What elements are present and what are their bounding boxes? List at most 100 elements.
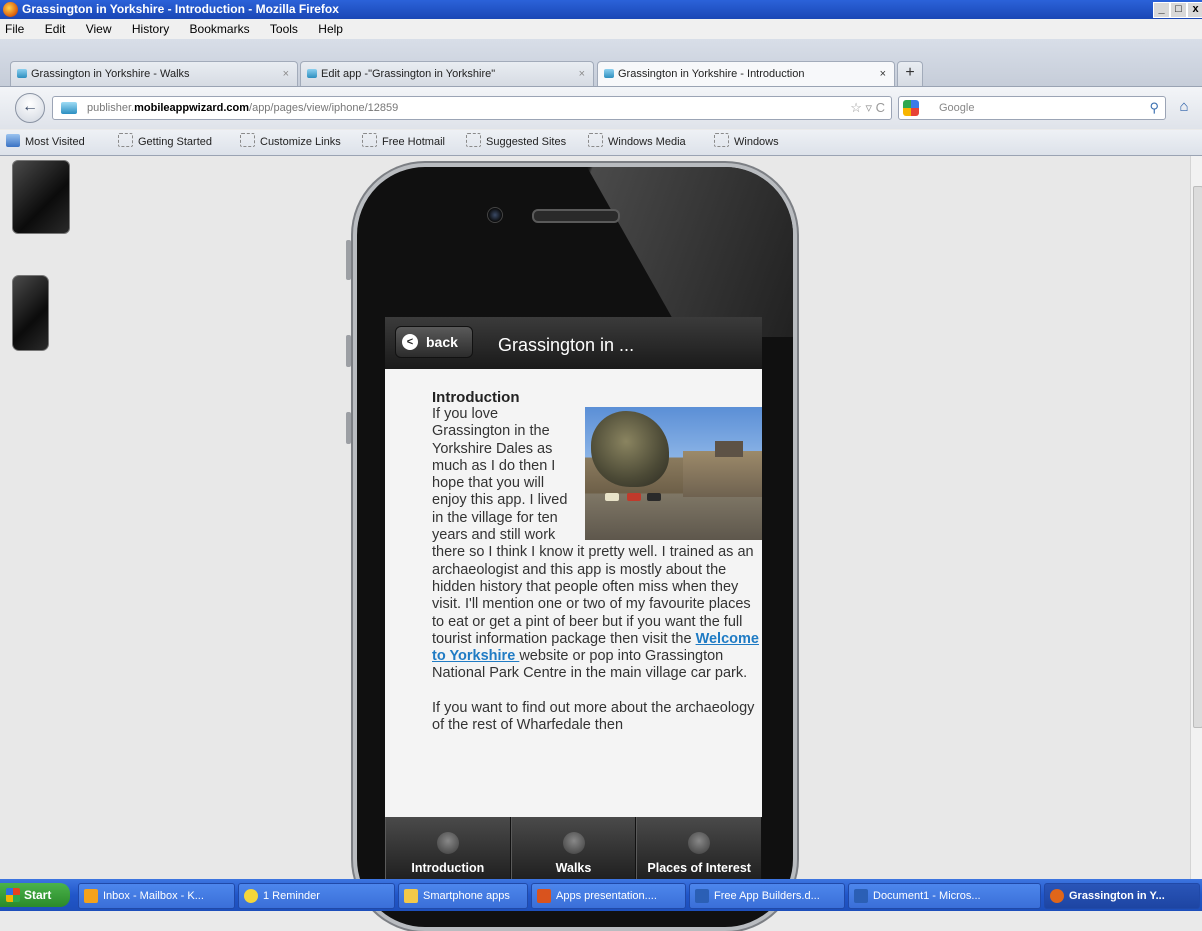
tab-label: Edit app -"Grassington in Yorkshire"	[321, 68, 496, 80]
url-text: publisher.mobileappwizard.com/app/pages/…	[87, 102, 399, 114]
google-icon[interactable]	[903, 100, 919, 116]
close-button[interactable]: x	[1187, 2, 1202, 18]
window-title: Grassington in Yorkshire - Introduction …	[22, 2, 339, 16]
windows-logo-icon	[6, 888, 20, 902]
word-icon	[695, 889, 709, 903]
menu-edit[interactable]: Edit	[45, 22, 66, 36]
taskbar-item-apps-presentation[interactable]: Apps presentation....	[531, 883, 686, 909]
start-label: Start	[24, 888, 52, 902]
phone-side-button	[346, 240, 351, 280]
new-tab-button[interactable]: +	[897, 61, 923, 86]
menu-file[interactable]: File	[5, 22, 24, 36]
search-input[interactable]: Google ⚲	[898, 96, 1166, 120]
bookmark-free-hotmail[interactable]: Free Hotmail	[362, 130, 445, 155]
phone-side-button	[346, 412, 351, 444]
site-favicon-icon	[604, 69, 614, 78]
ipad-device-thumbnail[interactable]	[12, 160, 70, 234]
taskbar-item-smartphone-apps[interactable]: Smartphone apps	[398, 883, 528, 909]
taskbar-item-inbox[interactable]: Inbox - Mailbox - K...	[78, 883, 235, 909]
firefox-icon	[3, 2, 18, 17]
back-arrow-icon[interactable]: ←	[15, 93, 45, 123]
start-button[interactable]: Start	[0, 883, 70, 907]
page-scrollbar[interactable]	[1190, 156, 1202, 879]
bookmark-icon	[240, 133, 255, 147]
menu-tools[interactable]: Tools	[270, 22, 298, 36]
tab-dot-icon	[436, 832, 459, 854]
bookmarks-toolbar: Most Visited Getting Started Customize L…	[0, 130, 1202, 156]
photo-buildings	[715, 441, 743, 457]
back-label: back	[426, 334, 458, 350]
taskbar-item-reminder[interactable]: 1 Reminder	[238, 883, 395, 909]
app-tab-walks[interactable]: Walks	[510, 817, 637, 879]
tab-dot-icon	[688, 832, 711, 854]
outlook-icon	[84, 889, 98, 903]
menu-bar: File Edit View History Bookmarks Tools H…	[0, 19, 1202, 39]
tab-dot-icon	[562, 832, 585, 854]
tab-label: Walks	[555, 861, 592, 875]
maximize-button[interactable]: □	[1170, 2, 1187, 18]
menu-bookmarks[interactable]: Bookmarks	[190, 22, 250, 36]
front-camera-icon	[487, 207, 503, 223]
app-back-button[interactable]: < back	[395, 326, 473, 358]
bookmark-icon	[362, 133, 377, 147]
chevron-left-icon: <	[402, 334, 418, 350]
url-bar[interactable]: publisher.mobileappwizard.com/app/pages/…	[52, 96, 892, 120]
powerpoint-icon	[537, 889, 551, 903]
bookmark-windows-media[interactable]: Windows Media	[588, 130, 686, 155]
bookmark-getting-started[interactable]: Getting Started	[118, 130, 212, 155]
tab-label: Introduction	[411, 861, 485, 875]
menu-history[interactable]: History	[132, 22, 169, 36]
tab-close-icon[interactable]: ×	[579, 62, 585, 86]
tab-label: Places of Interest	[647, 861, 751, 875]
word-icon	[854, 889, 868, 903]
photo-car	[647, 493, 661, 501]
taskbar-item-firefox[interactable]: Grassington in Y...	[1044, 883, 1200, 909]
search-icon[interactable]: ⚲	[1149, 97, 1159, 119]
reminder-bell-icon	[244, 889, 258, 903]
app-tab-places-of-interest[interactable]: Places of Interest	[636, 817, 762, 879]
tab-strip: Grassington in Yorkshire - Walks × Edit …	[0, 39, 1202, 87]
tab-edit-app[interactable]: Edit app -"Grassington in Yorkshire" ×	[300, 61, 594, 86]
menu-help[interactable]: Help	[318, 22, 343, 36]
minimize-button[interactable]: _	[1153, 2, 1170, 18]
photo-tree	[591, 411, 669, 487]
tab-walks[interactable]: Grassington in Yorkshire - Walks ×	[10, 61, 298, 86]
tab-introduction[interactable]: Grassington in Yorkshire - Introduction …	[597, 61, 895, 86]
tab-close-icon[interactable]: ×	[283, 62, 289, 86]
bookmark-most-visited[interactable]: Most Visited	[6, 130, 85, 155]
menu-view[interactable]: View	[86, 22, 112, 36]
app-tab-introduction[interactable]: Introduction	[385, 817, 511, 879]
photo-buildings	[683, 451, 762, 497]
site-favicon-icon	[307, 69, 317, 78]
app-tab-bar: Introduction Walks Places of Interest	[385, 817, 762, 879]
photo-car	[605, 493, 619, 501]
window-title-bar: Grassington in Yorkshire - Introduction …	[0, 0, 1202, 19]
folder-icon	[404, 889, 418, 903]
windows-taskbar: Start Inbox - Mailbox - K... 1 Reminder …	[0, 879, 1202, 911]
scrollbar-thumb[interactable]	[1193, 186, 1202, 728]
taskbar-item-free-app-builders[interactable]: Free App Builders.d...	[689, 883, 845, 909]
tab-close-icon[interactable]: ×	[880, 62, 886, 86]
earpiece-speaker	[532, 209, 620, 223]
site-identity-icon[interactable]	[61, 102, 77, 114]
home-icon[interactable]: ⌂	[1172, 96, 1196, 118]
iphone-device-thumbnail[interactable]	[12, 275, 49, 351]
article-content: Introduction If you love Grassington in …	[432, 389, 762, 734]
phone-screen: < back Grassington in ... Introduction I…	[385, 317, 762, 879]
second-paragraph: If you want to find out more about the a…	[432, 699, 755, 734]
article-heading: Introduction	[432, 389, 520, 406]
app-header: < back Grassington in ...	[385, 317, 762, 369]
most-visited-icon	[6, 134, 20, 147]
photo-car	[627, 493, 641, 501]
taskbar-item-document1[interactable]: Document1 - Micros...	[848, 883, 1041, 909]
phone-gloss	[587, 167, 793, 337]
bookmark-suggested-sites[interactable]: Suggested Sites	[466, 130, 566, 155]
bookmark-star-icon[interactable]: ☆ ▿ C	[850, 97, 885, 119]
bookmark-customize-links[interactable]: Customize Links	[240, 130, 341, 155]
phone-side-button	[346, 335, 351, 367]
bookmark-icon	[588, 133, 603, 147]
tab-label: Grassington in Yorkshire - Walks	[31, 68, 190, 80]
bookmark-windows[interactable]: Windows	[714, 130, 779, 155]
firefox-icon	[1050, 889, 1064, 903]
bookmark-icon	[466, 133, 481, 147]
